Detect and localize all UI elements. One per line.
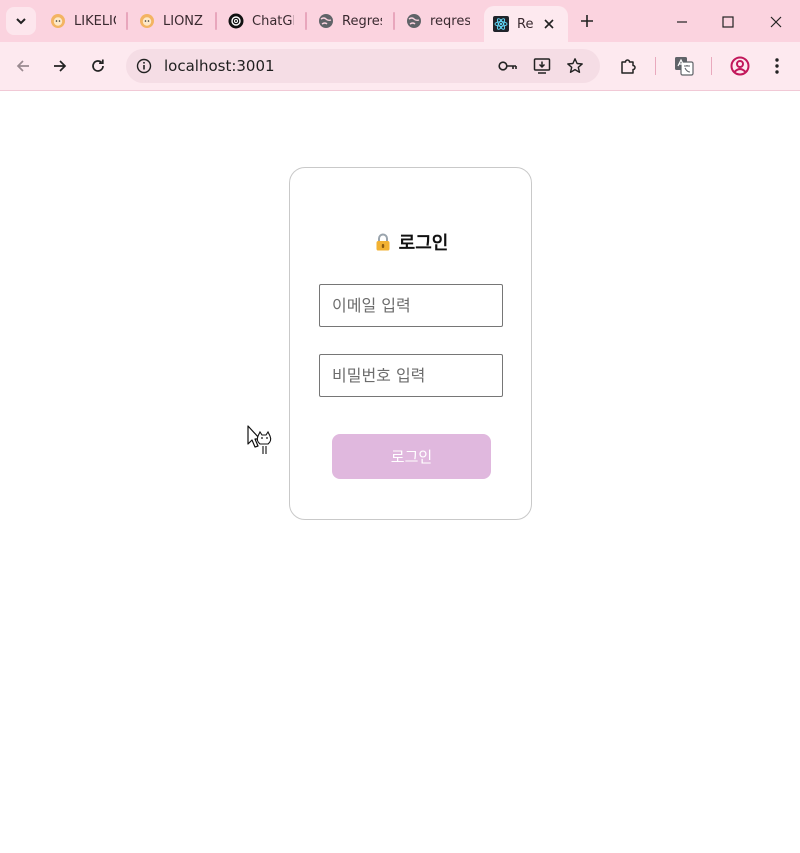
translate-button[interactable] [672, 54, 696, 78]
login-heading: 로그인 [290, 229, 531, 255]
key-icon[interactable] [498, 56, 518, 76]
translate-icon [675, 57, 694, 76]
install-app-icon[interactable] [532, 56, 552, 76]
tab-label: Regres [342, 13, 382, 29]
tab-label: LIKELIC [74, 13, 116, 29]
info-icon[interactable] [134, 56, 154, 76]
close-icon[interactable] [541, 16, 557, 32]
login-button[interactable]: 로그인 [332, 434, 491, 479]
url-text[interactable]: localhost:3001 [164, 57, 275, 75]
plus-icon [581, 15, 593, 27]
account-icon [730, 56, 750, 76]
tab-strip: LIKELIC LIONZ ChatGP Regres reqres. Re [0, 0, 800, 42]
more-vertical-icon [775, 58, 779, 74]
reload-icon [92, 59, 104, 72]
tab-react-active[interactable]: Re [484, 6, 568, 42]
star-icon[interactable] [565, 56, 585, 76]
minimize-icon [677, 21, 687, 23]
tab-search-button[interactable] [6, 7, 36, 35]
toolbar-divider [655, 57, 656, 75]
menu-button[interactable] [765, 54, 789, 78]
tab-chatgpt[interactable]: ChatGP [228, 7, 294, 35]
tab-label: reqres. [430, 13, 470, 29]
minimize-button[interactable] [672, 12, 692, 32]
tab-divider [215, 12, 217, 30]
puzzle-icon [621, 59, 636, 74]
window-close-button[interactable] [766, 12, 786, 32]
tab-label: Re [517, 16, 534, 32]
close-icon [770, 16, 782, 28]
forward-button[interactable] [48, 54, 72, 78]
password-field[interactable] [319, 354, 503, 397]
lion-icon [50, 13, 66, 29]
login-card: 로그인 로그인 [289, 167, 532, 520]
openai-icon [228, 13, 244, 29]
tab-lionz[interactable]: LIONZ [139, 7, 205, 35]
tab-reqres[interactable]: reqres. [406, 7, 470, 35]
reload-button[interactable] [86, 54, 110, 78]
tab-likelic[interactable]: LIKELIC [50, 7, 116, 35]
chevron-down-icon [16, 18, 26, 25]
login-title-text: 로그인 [398, 233, 449, 254]
cat-cursor-icon [247, 425, 272, 454]
email-field[interactable] [319, 284, 503, 327]
react-icon [493, 16, 509, 32]
back-button[interactable] [11, 54, 35, 78]
tab-divider [126, 12, 128, 30]
extensions-button[interactable] [616, 54, 640, 78]
lion-icon [139, 13, 155, 29]
tab-label: LIONZ [163, 13, 203, 29]
browser-toolbar: localhost:3001 [0, 42, 800, 91]
maximize-button[interactable] [718, 12, 738, 32]
address-bar[interactable]: localhost:3001 [126, 49, 600, 83]
tab-divider [393, 12, 395, 30]
arrow-right-icon [54, 60, 67, 72]
arrow-left-icon [16, 60, 29, 72]
tab-label: ChatGP [252, 13, 294, 29]
lock-icon [373, 232, 393, 252]
tab-divider [305, 12, 307, 30]
new-tab-button[interactable] [576, 10, 598, 32]
toolbar-divider [711, 57, 712, 75]
globe-icon [318, 13, 334, 29]
tab-regres[interactable]: Regres [318, 7, 382, 35]
globe-icon [406, 13, 422, 29]
maximize-icon [722, 16, 734, 28]
profile-button[interactable] [728, 54, 752, 78]
